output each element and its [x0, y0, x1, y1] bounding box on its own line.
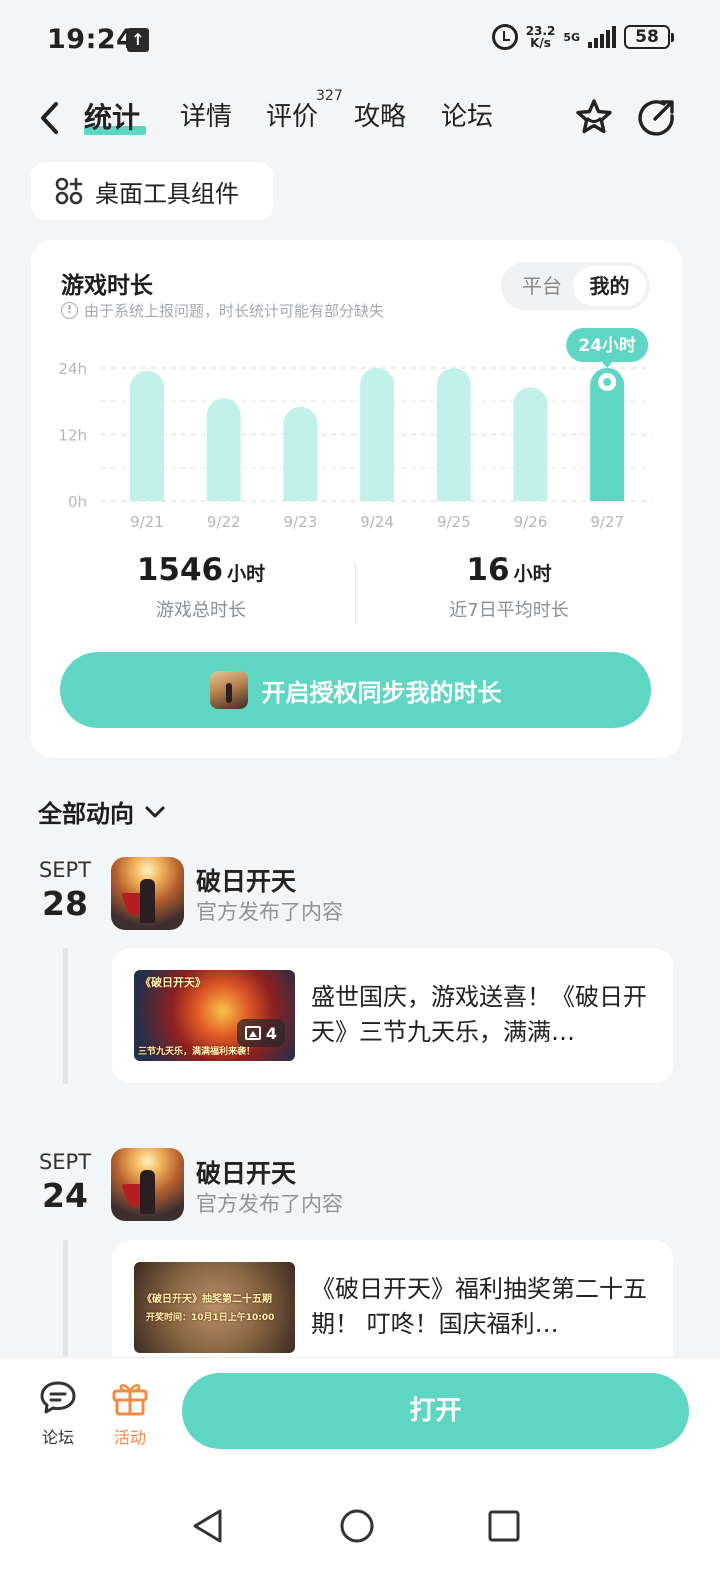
avg-playtime-stat: 16 小时 近7日平均时长 — [399, 552, 619, 622]
feed-post-card[interactable]: 《破日开天》抽奖第二十五期 开奖时间：10月1日上午10:00 《破日开天》福利… — [112, 1240, 673, 1375]
playtime-note: ! 由于系统上报问题，时长统计可能有部分缺失 — [61, 300, 384, 321]
thumbnail-caption: 《破日开天》抽奖第二十五期 — [142, 1294, 272, 1305]
avg-playtime-unit: 小时 — [513, 563, 552, 585]
playtime-card: 游戏时长 ! 由于系统上报问题，时长统计可能有部分缺失 平台 我的 24h 12h… — [31, 240, 682, 758]
y-tick-label: 24h — [58, 360, 87, 378]
y-tick-label: 12h — [58, 427, 87, 445]
forum-button[interactable]: 论坛 — [28, 1380, 88, 1448]
feed-day: 28 — [42, 884, 88, 923]
bottom-action-bar: 论坛 活动 打开 — [0, 1357, 720, 1588]
x-tick-label: 9/23 — [284, 513, 318, 531]
tab-details[interactable]: 详情 — [180, 96, 232, 133]
tab-stats[interactable]: 统计 — [84, 96, 146, 136]
bar — [436, 368, 471, 501]
nav-home-icon[interactable] — [337, 1506, 377, 1546]
x-tick-label: 9/25 — [437, 513, 471, 531]
total-playtime-value: 1546 — [136, 552, 224, 588]
sync-button-label: 开启授权同步我的时长 — [261, 678, 502, 707]
back-icon[interactable] — [34, 98, 70, 138]
alarm-icon — [491, 24, 518, 50]
forum-label: 论坛 — [41, 1428, 74, 1447]
status-indicators: 23.2 K/s 5G 58 — [491, 24, 674, 50]
upload-notification-icon: ↑ — [127, 28, 149, 52]
feed-game-name[interactable]: 破日开天 — [196, 1154, 296, 1190]
timeline-line — [63, 948, 68, 1084]
post-thumbnail: 《破日开天》抽奖第二十五期 开奖时间：10月1日上午10:00 — [134, 1262, 295, 1353]
toggle-mine[interactable]: 我的 — [573, 266, 646, 306]
total-playtime-label: 游戏总时长 — [156, 600, 246, 621]
feed-post-card[interactable]: 《破日开天》 三节九天乐，满满福利来袭！ 4 盛世国庆，游戏送喜！《破日开天》三… — [112, 948, 673, 1083]
bar — [206, 398, 241, 501]
network-type: 5G — [563, 30, 580, 44]
bar — [283, 406, 318, 501]
chevron-down-icon — [145, 806, 165, 817]
avg-playtime-value: 16 — [466, 552, 510, 588]
image-count-badge: 4 — [236, 1019, 285, 1047]
post-thumbnail: 《破日开天》 三节九天乐，满满福利来袭！ 4 — [134, 970, 295, 1061]
playtime-title: 游戏时长 — [61, 273, 153, 299]
forum-chat-icon — [40, 1381, 76, 1414]
tab-guides[interactable]: 攻略 — [354, 96, 406, 133]
status-bar: 19:24 ↑ 23.2 K/s 5G 58 — [0, 0, 720, 80]
status-time: 19:24 — [47, 24, 136, 55]
stat-divider — [355, 562, 356, 624]
timeline-line — [63, 1240, 68, 1357]
feed-action: 官方发布了内容 — [196, 1192, 343, 1216]
feed-action: 官方发布了内容 — [196, 900, 343, 924]
x-tick-label: 9/21 — [130, 513, 164, 531]
highlight-tooltip-label: 24小时 — [578, 336, 636, 356]
tooltip-pointer — [601, 361, 614, 368]
favorite-star-icon[interactable] — [572, 96, 616, 140]
feed-month: SEPT — [38, 858, 92, 882]
bar — [130, 370, 164, 501]
post-text: 《破日开天》福利抽奖第二十五期！ 叮咚！国庆福利… — [311, 1275, 647, 1338]
thumbnail-caption: 开奖时间：10月1日上午10:00 — [146, 1313, 275, 1323]
game-avatar[interactable] — [111, 857, 184, 930]
nav-back-icon[interactable] — [190, 1506, 226, 1546]
net-speed: 23.2 K/s — [525, 24, 556, 50]
highlight-dot-center — [603, 378, 612, 386]
nav-recents-icon[interactable] — [486, 1506, 522, 1546]
post-text: 盛世国庆，游戏送喜！《破日开天》三节九天乐，满满… — [311, 983, 647, 1046]
share-icon[interactable] — [634, 96, 678, 140]
x-tick-label: 9/24 — [360, 513, 394, 531]
open-game-button[interactable]: 打开 — [182, 1373, 689, 1449]
signal-icon — [588, 26, 616, 48]
info-icon: ! — [61, 302, 78, 319]
desktop-widget-button[interactable]: 桌面工具组件 — [31, 162, 273, 220]
tab-forum[interactable]: 论坛 — [441, 96, 493, 133]
activity-button[interactable]: 活动 — [100, 1380, 160, 1448]
activity-label: 活动 — [113, 1428, 146, 1447]
image-icon — [244, 1026, 261, 1040]
avg-playtime-label: 近7日平均时长 — [449, 600, 569, 621]
widgets-icon — [55, 177, 83, 205]
playtime-chart: 24h 12h 0h 9/21 9/22 9/23 9/24 9/25 9/26 9/27 24小时 — [58, 328, 652, 531]
playtime-source-toggle: 平台 我的 — [501, 262, 650, 310]
battery-icon: 58 — [624, 25, 674, 49]
feed-filter-label: 全部动向 — [38, 800, 134, 828]
thumbnail-caption: 《破日开天》 — [140, 976, 206, 989]
total-playtime-stat: 1546 小时 游戏总时长 — [91, 552, 311, 622]
widget-chip-label: 桌面工具组件 — [95, 179, 239, 208]
gift-icon — [112, 1384, 148, 1416]
feed-game-name[interactable]: 破日开天 — [196, 862, 296, 898]
feed-day: 24 — [42, 1176, 88, 1215]
review-count-badge: 327 — [316, 88, 343, 104]
sync-playtime-button[interactable]: 开启授权同步我的时长 — [60, 652, 651, 728]
x-tick-label: 9/26 — [514, 513, 548, 531]
game-avatar[interactable] — [111, 1148, 184, 1221]
feed-month: SEPT — [38, 1150, 92, 1174]
bar — [513, 387, 548, 501]
game-thumbnail — [209, 671, 248, 709]
tab-reviews[interactable]: 评价 327 — [266, 88, 343, 133]
thumbnail-caption: 三节九天乐，满满福利来袭！ — [138, 1047, 256, 1057]
bar — [360, 368, 395, 501]
x-tick-label: 9/22 — [207, 513, 241, 531]
total-playtime-unit: 小时 — [227, 563, 266, 585]
feed-filter-dropdown[interactable]: 全部动向 — [38, 794, 166, 829]
toggle-platform[interactable]: 平台 — [507, 266, 577, 306]
x-tick-label: 9/27 — [590, 513, 624, 531]
y-tick-label: 0h — [68, 493, 87, 511]
